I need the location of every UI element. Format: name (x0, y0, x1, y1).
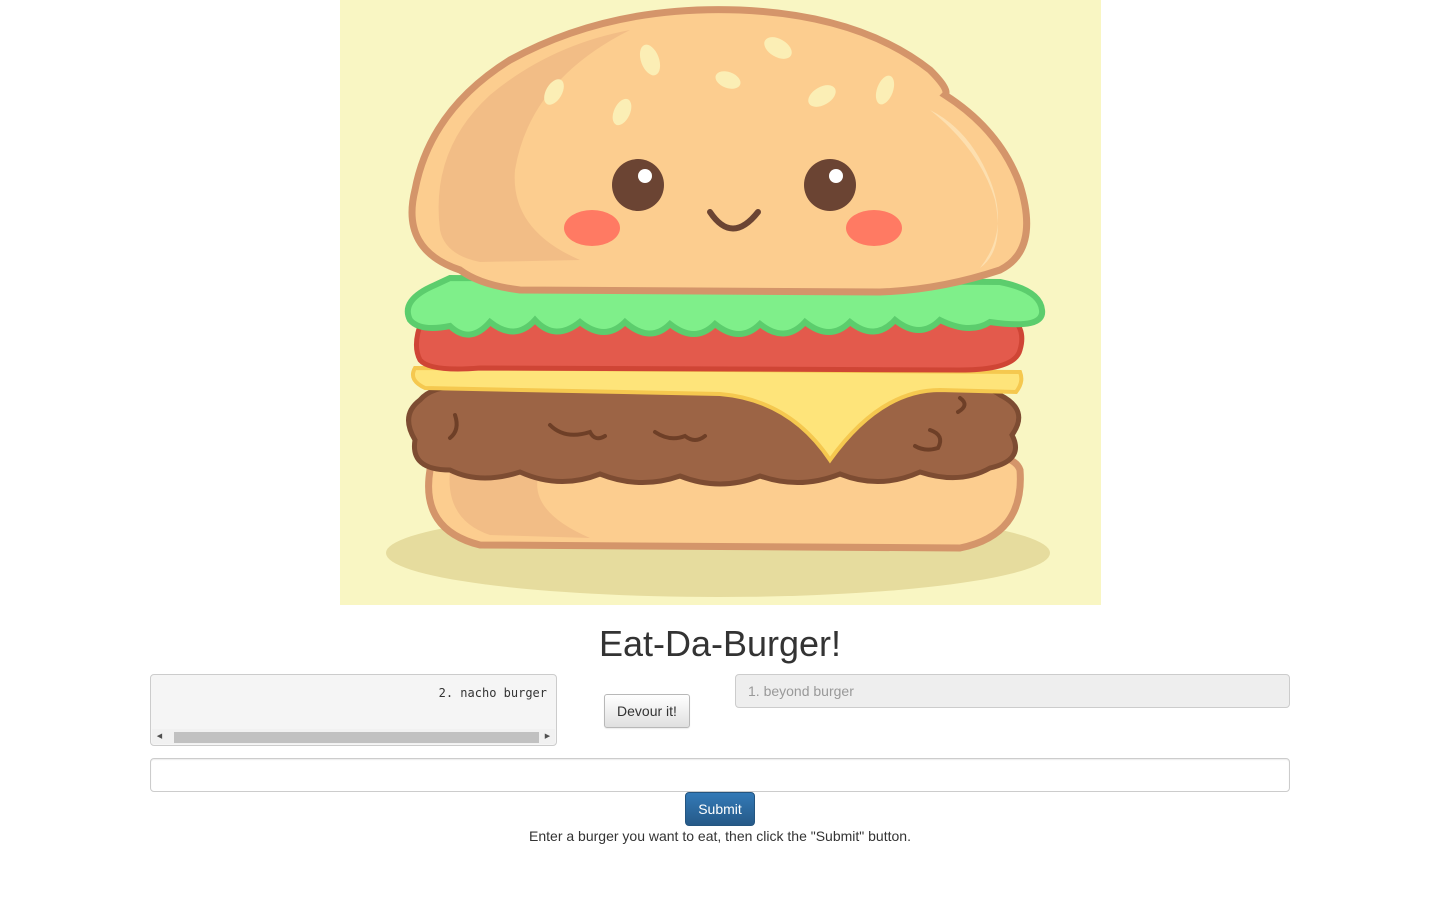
submit-button[interactable]: Submit (685, 792, 755, 826)
burger-select[interactable]: 1. beyond burger (735, 674, 1290, 708)
scroll-right-arrow-icon[interactable]: ▶ (540, 729, 555, 744)
devour-button[interactable]: Devour it! (604, 694, 690, 728)
page: Eat-Da-Burger! 2. nacho burger ◀ ▶ Devou… (0, 0, 1440, 900)
instructions-text: Enter a burger you want to eat, then cli… (529, 828, 911, 844)
burger-illustration (386, 6, 1050, 597)
scroll-left-arrow-icon[interactable]: ◀ (152, 729, 167, 744)
devoured-burger-item: 2. nacho burger (438, 686, 547, 700)
burger-hero-image (340, 0, 1101, 605)
scrollbar-thumb[interactable] (174, 732, 539, 743)
horizontal-scrollbar[interactable]: ◀ ▶ (152, 729, 555, 744)
burger-name-input[interactable] (150, 758, 1290, 792)
page-title: Eat-Da-Burger! (598, 623, 842, 664)
devoured-burgers-list[interactable]: 2. nacho burger ◀ ▶ (150, 674, 557, 746)
